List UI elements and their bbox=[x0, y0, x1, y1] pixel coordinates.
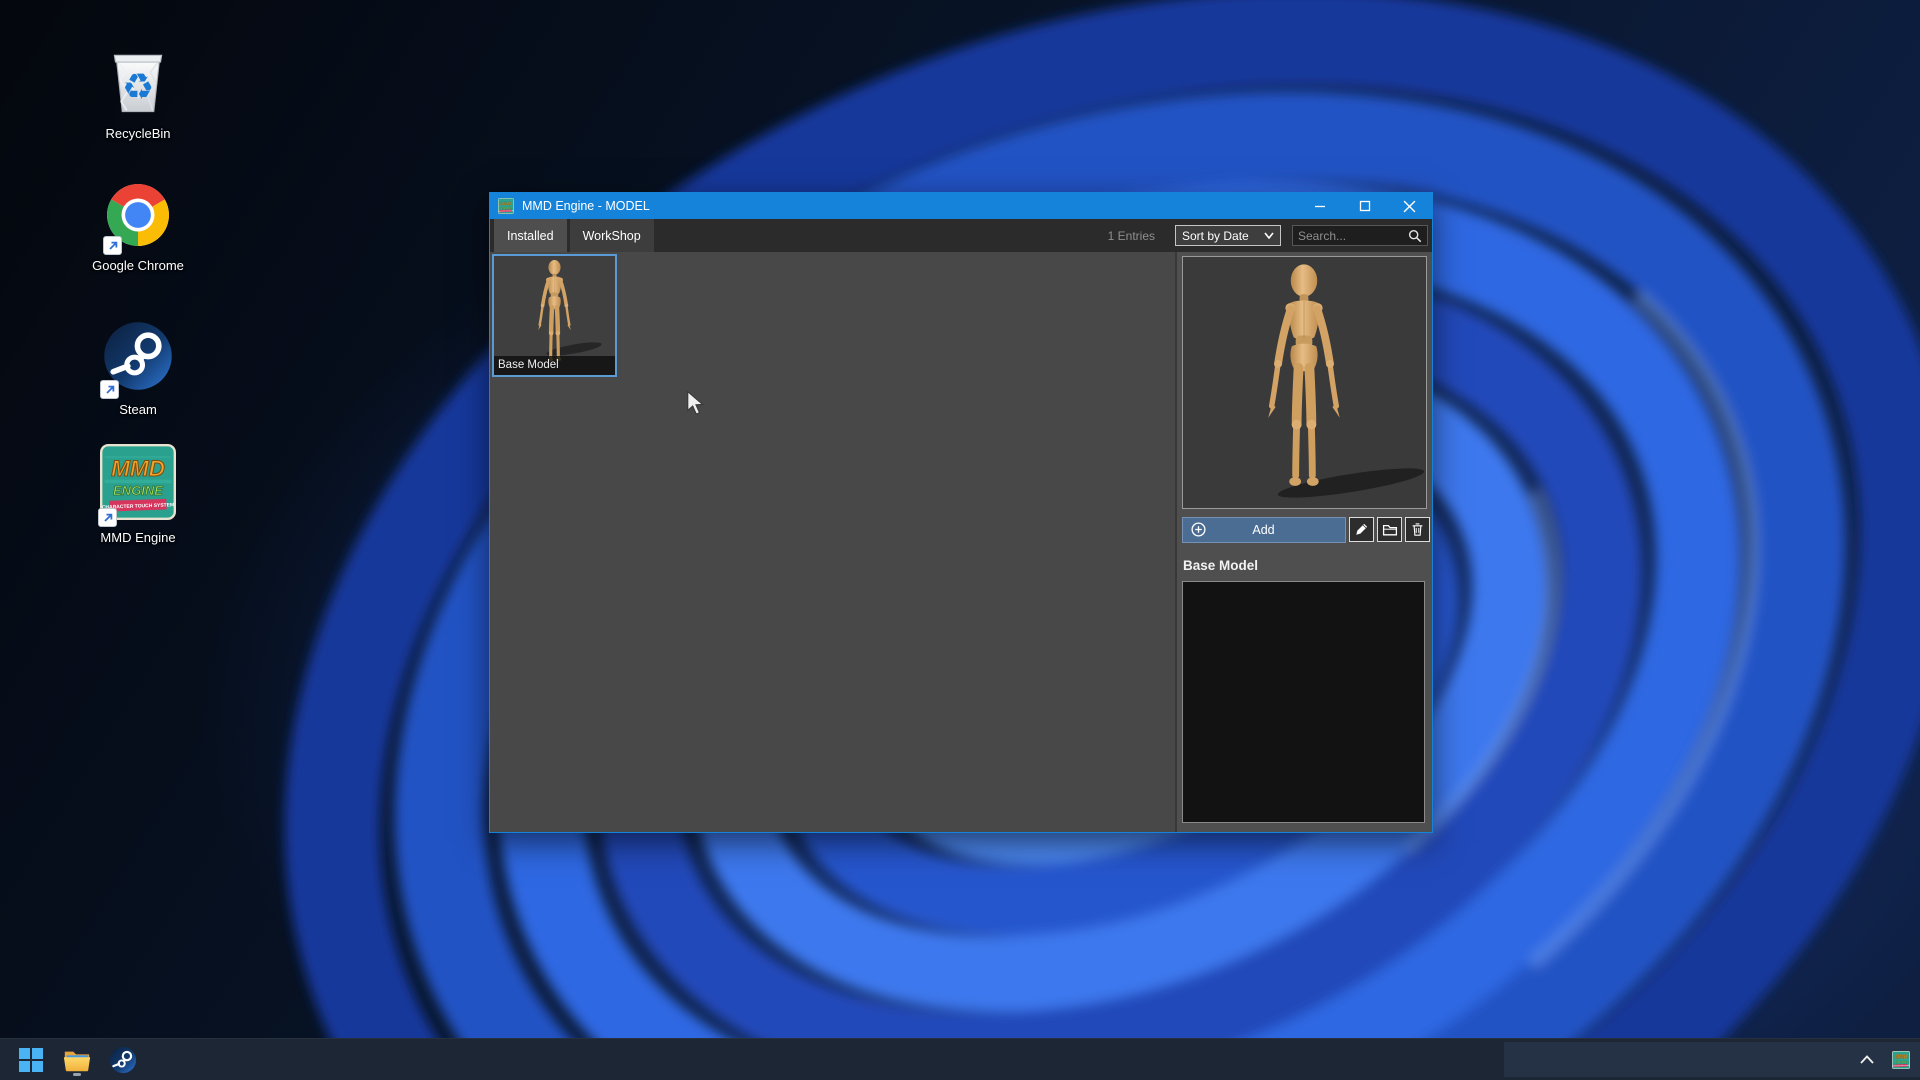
add-button[interactable]: Add bbox=[1182, 517, 1346, 543]
open-folder-button[interactable] bbox=[1377, 517, 1402, 542]
file-explorer-icon bbox=[62, 1045, 92, 1075]
taskbar-file-explorer[interactable] bbox=[60, 1043, 94, 1077]
window-title: MMD Engine - MODEL bbox=[522, 199, 650, 213]
desktop-icon-label: RecycleBin bbox=[105, 126, 170, 142]
window-titlebar[interactable]: MMD Engine - MODEL bbox=[490, 193, 1432, 219]
shortcut-arrow-icon bbox=[98, 508, 117, 527]
start-button[interactable] bbox=[14, 1043, 48, 1077]
shortcut-arrow-icon bbox=[103, 236, 122, 255]
model-grid: Base Model bbox=[490, 252, 1175, 832]
model-card-base-model[interactable]: Base Model bbox=[492, 254, 617, 377]
tab-bar: Installed WorkShop 1 Entries Sort by Dat… bbox=[490, 219, 1432, 252]
sort-value: Sort by Date bbox=[1182, 229, 1249, 243]
pencil-icon bbox=[1354, 522, 1369, 537]
desktop-icon-label: Google Chrome bbox=[92, 258, 184, 274]
toolbar: 1 Entries Sort by Date bbox=[1108, 219, 1432, 252]
model-card-label: Base Model bbox=[494, 356, 615, 375]
edit-button[interactable] bbox=[1349, 517, 1374, 542]
tab-installed[interactable]: Installed bbox=[494, 219, 567, 252]
sort-dropdown[interactable]: Sort by Date bbox=[1175, 225, 1281, 246]
desktop-icon-label: Steam bbox=[119, 402, 157, 418]
system-tray bbox=[1854, 1039, 1914, 1080]
close-icon bbox=[1403, 200, 1416, 213]
mmd-tray-icon bbox=[1892, 1051, 1910, 1069]
tab-workshop[interactable]: WorkShop bbox=[570, 219, 654, 252]
windows-logo-icon bbox=[18, 1047, 44, 1073]
maximize-button[interactable] bbox=[1342, 193, 1387, 219]
trash-icon bbox=[1410, 522, 1425, 537]
taskbar-steam[interactable] bbox=[106, 1043, 140, 1077]
folder-icon bbox=[1382, 522, 1398, 538]
model-description-box bbox=[1182, 581, 1425, 823]
plus-circle-icon bbox=[1191, 522, 1206, 537]
taskbar bbox=[0, 1038, 1920, 1080]
desktop-icon-recycle-bin[interactable]: RecycleBin bbox=[78, 44, 198, 142]
minimize-button[interactable] bbox=[1297, 193, 1342, 219]
desktop-icon-label: MMD Engine bbox=[100, 530, 175, 546]
detail-panel: Add bbox=[1177, 252, 1432, 832]
desktop-icon-google-chrome[interactable]: Google Chrome bbox=[78, 182, 198, 274]
entries-count: 1 Entries bbox=[1108, 229, 1155, 243]
add-button-label: Add bbox=[1206, 523, 1321, 537]
desktop: MMD ENGINE CHARACTER TOUCH SYSTEM bbox=[0, 0, 1920, 1080]
minimize-icon bbox=[1314, 200, 1326, 212]
tray-show-hidden-icons[interactable] bbox=[1854, 1047, 1880, 1073]
tray-mmd-engine[interactable] bbox=[1888, 1047, 1914, 1073]
model-name: Base Model bbox=[1183, 558, 1258, 573]
desktop-icon-steam[interactable]: Steam bbox=[78, 320, 198, 418]
shortcut-arrow-icon bbox=[100, 380, 119, 399]
search-icon bbox=[1408, 229, 1422, 243]
steam-icon bbox=[109, 1046, 137, 1074]
recycle-bin-icon bbox=[102, 44, 174, 116]
chevron-down-icon bbox=[1264, 232, 1274, 239]
close-button[interactable] bbox=[1387, 193, 1432, 219]
model-preview-figure bbox=[1183, 257, 1426, 508]
mouse-cursor bbox=[686, 391, 706, 417]
chevron-up-icon bbox=[1860, 1055, 1874, 1064]
app-icon bbox=[498, 198, 514, 214]
mmd-engine-window: MMD Engine - MODEL Installed WorkShop 1 … bbox=[489, 192, 1433, 833]
taskbar-apps bbox=[14, 1039, 140, 1080]
search-box[interactable] bbox=[1292, 225, 1428, 246]
running-indicator bbox=[73, 1073, 81, 1076]
desktop-icon-mmd-engine[interactable]: MMD Engine bbox=[78, 444, 198, 546]
model-preview bbox=[1182, 256, 1427, 509]
model-actions: Add bbox=[1182, 516, 1430, 543]
search-input[interactable] bbox=[1298, 229, 1408, 243]
maximize-icon bbox=[1359, 200, 1371, 212]
delete-button[interactable] bbox=[1405, 517, 1430, 542]
